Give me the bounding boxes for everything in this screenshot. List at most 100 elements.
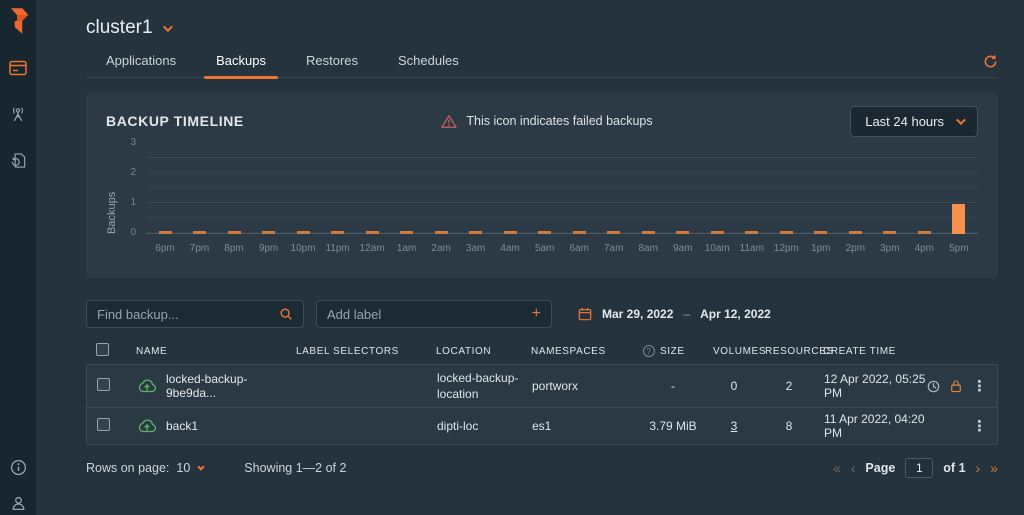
resources-cell: 2 — [760, 375, 818, 397]
help-icon[interactable]: ? — [643, 345, 655, 357]
kebab-icon[interactable]: ⋮ — [972, 379, 987, 394]
zero-backup-dash — [883, 231, 896, 234]
backup-name-cell: back1 — [131, 414, 291, 438]
x-tick-label: 1pm — [811, 243, 830, 254]
zero-backup-dash — [400, 231, 413, 234]
volumes-link[interactable]: 3 — [731, 419, 738, 433]
broadcast-tower-icon[interactable] — [8, 104, 28, 124]
cluster-chevron-down-icon[interactable] — [162, 22, 172, 32]
chart-column: 8pm — [221, 144, 247, 254]
x-tick-label: 9pm — [259, 243, 278, 254]
calendar-icon — [578, 307, 592, 321]
chart-column: 5pm — [946, 144, 972, 254]
user-icon[interactable] — [8, 493, 28, 513]
zero-backup-dash — [331, 231, 344, 234]
zero-backup-dash — [642, 231, 655, 234]
first-page-icon[interactable]: « — [833, 461, 841, 475]
chart-yticks: 0123 — [120, 144, 146, 258]
chart-columns: 6pm7pm8pm9pm10pm11pm12am1am2am3am4am5am6… — [146, 144, 978, 254]
plus-icon[interactable]: + — [532, 306, 541, 322]
x-tick-label: 10am — [705, 243, 730, 254]
chevron-down-icon — [198, 463, 205, 470]
row-actions: ⋮ — [937, 375, 997, 398]
zero-backup-dash — [607, 231, 620, 234]
select-all-checkbox[interactable] — [96, 343, 109, 356]
x-tick-label: 9am — [673, 243, 692, 254]
table-header: NAME LABEL SELECTORS LOCATION NAMESPACES… — [86, 338, 998, 364]
zero-backup-dash — [676, 231, 689, 234]
volumes-cell[interactable]: 3 — [708, 415, 760, 437]
backup-name[interactable]: locked-backup-9be9da... — [166, 372, 285, 400]
tab-schedules[interactable]: Schedules — [378, 47, 479, 77]
rows-per-page-selector[interactable]: Rows on page: 10 — [86, 461, 202, 475]
chart-column: 1pm — [808, 144, 834, 254]
chart-column: 3am — [463, 144, 489, 254]
namespaces-cell: es1 — [526, 415, 638, 437]
zero-backup-dash — [435, 231, 448, 234]
add-label-input[interactable] — [327, 307, 532, 322]
x-tick-label: 7am — [604, 243, 623, 254]
row-checkbox[interactable] — [97, 378, 110, 391]
chart-column: 12pm — [773, 144, 799, 254]
zero-backup-dash — [918, 231, 931, 234]
tab-applications[interactable]: Applications — [86, 47, 196, 77]
x-tick-label: 5pm — [949, 243, 968, 254]
y-tick-label: 0 — [130, 227, 136, 238]
search-icon[interactable] — [279, 307, 293, 321]
chart-column: 10am — [704, 144, 730, 254]
info-icon[interactable] — [8, 457, 28, 477]
add-label-box: + — [316, 300, 552, 328]
portworx-logo-icon[interactable] — [0, 0, 36, 42]
table-row: back1dipti-loces13.79 MiB3811 Apr 2022, … — [87, 407, 997, 444]
chart-column: 12am — [359, 144, 385, 254]
chart-column: 6am — [566, 144, 592, 254]
backup-name-cell: locked-backup-9be9da... — [131, 368, 291, 404]
chart-column: 2am — [428, 144, 454, 254]
filter-row: + Mar 29, 2022 – Apr 12, 2022 — [86, 300, 998, 328]
page-number-input[interactable] — [905, 458, 933, 478]
backup-timeline-panel: BACKUP TIMELINE This icon indicates fail… — [86, 92, 998, 278]
backup-bar — [952, 204, 965, 234]
zero-backup-dash — [297, 231, 310, 234]
x-tick-label: 3am — [466, 243, 485, 254]
volumes-cell: 0 — [708, 375, 760, 397]
x-tick-label: 6pm — [155, 243, 174, 254]
page-of-label: of 1 — [943, 461, 965, 475]
restore-document-icon[interactable] — [8, 150, 28, 170]
resources-cell: 8 — [760, 415, 818, 437]
col-name[interactable]: NAME — [130, 342, 290, 361]
last-page-icon[interactable]: » — [990, 461, 998, 475]
col-size: ?SIZE — [637, 341, 707, 361]
previous-page-icon[interactable]: ‹ — [851, 461, 856, 475]
x-tick-label: 3pm — [880, 243, 899, 254]
x-tick-label: 6am — [569, 243, 588, 254]
tab-backups[interactable]: Backups — [196, 47, 286, 77]
col-namespaces: NAMESPACES — [525, 342, 637, 361]
find-backup-input[interactable] — [97, 307, 279, 322]
chart-plot: 6pm7pm8pm9pm10pm11pm12am1am2am3am4am5am6… — [146, 144, 978, 258]
applications-icon[interactable] — [8, 58, 28, 78]
kebab-icon[interactable]: ⋮ — [972, 419, 987, 434]
zero-backup-dash — [504, 231, 517, 234]
row-checkbox[interactable] — [97, 418, 110, 431]
cluster-name: cluster1 — [86, 17, 153, 39]
date-separator: – — [683, 307, 690, 321]
next-page-icon[interactable]: › — [976, 461, 981, 475]
col-volumes: VOLUMES — [707, 342, 759, 361]
col-resources: RESOURCES — [759, 342, 817, 361]
chart-column: 3pm — [877, 144, 903, 254]
tab-restores[interactable]: Restores — [286, 47, 378, 77]
date-range[interactable]: Mar 29, 2022 – Apr 12, 2022 — [578, 307, 771, 321]
showing-count: Showing 1—2 of 2 — [244, 461, 346, 475]
refresh-icon[interactable] — [983, 54, 998, 69]
table-footer: Rows on page: 10 Showing 1—2 of 2 « ‹ Pa… — [86, 453, 998, 483]
time-range-dropdown[interactable]: Last 24 hours — [850, 106, 978, 137]
chart-column: 9am — [670, 144, 696, 254]
x-tick-label: 12am — [360, 243, 385, 254]
chart-column: 2pm — [842, 144, 868, 254]
col-location: LOCATION — [430, 342, 525, 361]
chevron-down-icon — [956, 115, 966, 125]
x-tick-label: 4pm — [915, 243, 934, 254]
backup-name[interactable]: back1 — [166, 419, 198, 433]
chart-column: 4pm — [911, 144, 937, 254]
